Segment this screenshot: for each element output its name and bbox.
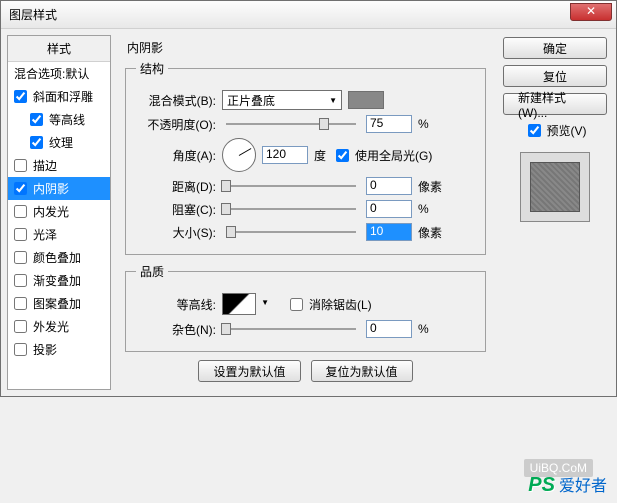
- styles-header: 样式: [8, 36, 110, 62]
- preview-box: [520, 152, 590, 222]
- titlebar[interactable]: 图层样式 ✕: [1, 1, 616, 29]
- pattern-overlay-item[interactable]: 图案叠加: [8, 292, 110, 315]
- texture-item[interactable]: 纹理: [8, 131, 110, 154]
- color-overlay-checkbox[interactable]: [14, 251, 27, 264]
- contour-item[interactable]: 等高线: [8, 108, 110, 131]
- angle-label: 角度(A):: [136, 147, 216, 164]
- watermark-ps: PS: [528, 474, 555, 497]
- bevel-item[interactable]: 斜面和浮雕: [8, 85, 110, 108]
- action-panel: 确定 复位 新建样式(W)... 预览(V): [500, 35, 610, 390]
- choke-slider[interactable]: [226, 208, 356, 210]
- size-label: 大小(S):: [136, 224, 216, 241]
- noise-input[interactable]: 0: [366, 320, 412, 338]
- color-overlay-item[interactable]: 颜色叠加: [8, 246, 110, 269]
- panel-title: 内阴影: [127, 39, 486, 56]
- satin-checkbox[interactable]: [14, 228, 27, 241]
- quality-legend: 品质: [136, 263, 168, 280]
- contour-picker[interactable]: [222, 293, 256, 315]
- set-default-button[interactable]: 设置为默认值: [198, 360, 300, 382]
- opacity-slider[interactable]: [226, 123, 356, 125]
- pattern-overlay-checkbox[interactable]: [14, 297, 27, 310]
- blend-mode-label: 混合模式(B):: [136, 92, 216, 109]
- layer-style-dialog: 图层样式 ✕ 样式 混合选项:默认 斜面和浮雕 等高线 纹理 描边 内阴影 内发…: [0, 0, 617, 397]
- blend-mode-dropdown[interactable]: 正片叠底: [222, 90, 342, 110]
- structure-legend: 结构: [136, 60, 168, 77]
- reset-default-button[interactable]: 复位为默认值: [311, 360, 413, 382]
- distance-slider[interactable]: [226, 185, 356, 187]
- shadow-color-swatch[interactable]: [348, 91, 384, 109]
- antialias-checkbox[interactable]: [290, 298, 303, 311]
- size-slider[interactable]: [226, 231, 356, 233]
- cancel-button[interactable]: 复位: [503, 65, 607, 87]
- opacity-input[interactable]: 75: [366, 115, 412, 133]
- antialias-option[interactable]: 消除锯齿(L): [286, 295, 372, 314]
- drop-shadow-checkbox[interactable]: [14, 343, 27, 356]
- distance-label: 距离(D):: [136, 178, 216, 195]
- opacity-label: 不透明度(O):: [136, 116, 216, 133]
- distance-input[interactable]: 0: [366, 177, 412, 195]
- choke-label: 阻塞(C):: [136, 201, 216, 218]
- choke-unit: %: [418, 202, 448, 216]
- default-buttons: 设置为默认值 复位为默认值: [125, 360, 486, 382]
- satin-item[interactable]: 光泽: [8, 223, 110, 246]
- global-light-option[interactable]: 使用全局光(G): [332, 146, 432, 165]
- distance-unit: 像素: [418, 178, 448, 195]
- quality-group: 品质 等高线: 消除锯齿(L) 杂色(N): 0 %: [125, 263, 486, 352]
- texture-checkbox[interactable]: [30, 136, 43, 149]
- blending-options-item[interactable]: 混合选项:默认: [8, 62, 110, 85]
- preview-option[interactable]: 预览(V): [524, 121, 587, 140]
- settings-panel: 内阴影 结构 混合模式(B): 正片叠底 不透明度(O): 75 % 角度(A)…: [117, 35, 494, 390]
- dialog-body: 样式 混合选项:默认 斜面和浮雕 等高线 纹理 描边 内阴影 内发光 光泽 颜色…: [1, 29, 616, 396]
- styles-list: 样式 混合选项:默认 斜面和浮雕 等高线 纹理 描边 内阴影 内发光 光泽 颜色…: [7, 35, 111, 390]
- contour-checkbox[interactable]: [30, 113, 43, 126]
- inner-glow-item[interactable]: 内发光: [8, 200, 110, 223]
- noise-slider[interactable]: [226, 328, 356, 330]
- ok-button[interactable]: 确定: [503, 37, 607, 59]
- preview-swatch: [530, 162, 580, 212]
- drop-shadow-item[interactable]: 投影: [8, 338, 110, 361]
- choke-input[interactable]: 0: [366, 200, 412, 218]
- dialog-title: 图层样式: [9, 6, 57, 23]
- watermark-txt: 爱好者: [559, 472, 607, 496]
- angle-input[interactable]: 120: [262, 146, 308, 164]
- outer-glow-checkbox[interactable]: [14, 320, 27, 333]
- angle-unit: 度: [314, 147, 326, 164]
- global-light-checkbox[interactable]: [336, 149, 349, 162]
- stroke-checkbox[interactable]: [14, 159, 27, 172]
- new-style-button[interactable]: 新建样式(W)...: [503, 93, 607, 115]
- structure-group: 结构 混合模式(B): 正片叠底 不透明度(O): 75 % 角度(A): 12…: [125, 60, 486, 255]
- inner-glow-checkbox[interactable]: [14, 205, 27, 218]
- contour-label: 等高线:: [136, 296, 216, 313]
- opacity-unit: %: [418, 117, 448, 131]
- gradient-overlay-item[interactable]: 渐变叠加: [8, 269, 110, 292]
- angle-dial[interactable]: [222, 138, 256, 172]
- size-unit: 像素: [418, 224, 448, 241]
- noise-unit: %: [418, 322, 448, 336]
- watermark: PS 爱好者: [528, 472, 607, 497]
- inner-shadow-checkbox[interactable]: [14, 182, 27, 195]
- close-icon: ✕: [586, 4, 596, 18]
- inner-shadow-item[interactable]: 内阴影: [8, 177, 110, 200]
- bevel-checkbox[interactable]: [14, 90, 27, 103]
- outer-glow-item[interactable]: 外发光: [8, 315, 110, 338]
- preview-checkbox[interactable]: [528, 124, 541, 137]
- gradient-overlay-checkbox[interactable]: [14, 274, 27, 287]
- stroke-item[interactable]: 描边: [8, 154, 110, 177]
- close-button[interactable]: ✕: [570, 3, 612, 21]
- size-input[interactable]: 10: [366, 223, 412, 241]
- noise-label: 杂色(N):: [136, 321, 216, 338]
